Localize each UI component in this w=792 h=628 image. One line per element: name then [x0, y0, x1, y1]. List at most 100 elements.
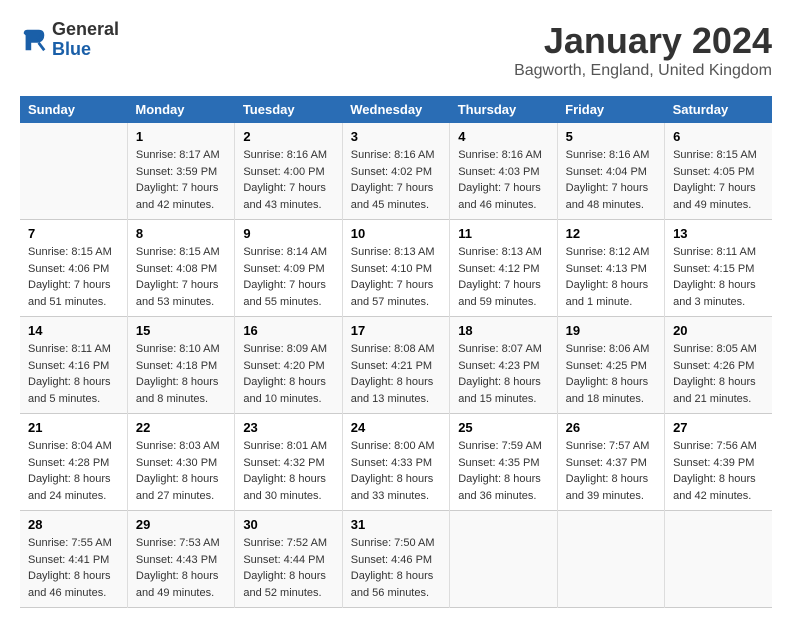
day-number: 10 [351, 226, 441, 241]
day-number: 19 [566, 323, 656, 338]
calendar-cell: 18Sunrise: 8:07 AMSunset: 4:23 PMDayligh… [450, 317, 557, 414]
day-info: Sunrise: 8:16 AMSunset: 4:03 PMDaylight:… [458, 147, 548, 213]
day-info: Sunrise: 8:16 AMSunset: 4:02 PMDaylight:… [351, 147, 441, 213]
day-info: Sunrise: 8:05 AMSunset: 4:26 PMDaylight:… [673, 341, 764, 407]
day-number: 17 [351, 323, 441, 338]
calendar-cell: 28 Sunrise: 7:55 AMSunset: 4:41 PMDayligh… [20, 511, 127, 608]
day-info: Sunrise: 8:15 AMSunset: 4:05 PMDaylight:… [673, 147, 764, 213]
day-number: 22 [136, 420, 226, 435]
calendar-cell: 5 Sunrise: 8:16 AMSunset: 4:04 PMDaylight… [557, 123, 664, 220]
calendar-cell: 8Sunrise: 8:15 AMSunset: 4:08 PMDaylight… [127, 220, 234, 317]
day-info: Sunrise: 8:09 AMSunset: 4:20 PMDaylight:… [243, 341, 333, 407]
day-number: 24 [351, 420, 441, 435]
day-number: 7 [28, 226, 119, 241]
day-info: Sunrise: 7:57 AMSunset: 4:37 PMDaylight:… [566, 438, 656, 504]
logo: General Blue [20, 20, 119, 60]
calendar-cell: 10Sunrise: 8:13 AMSunset: 4:10 PMDayligh… [342, 220, 449, 317]
day-info: Sunrise: 8:07 AMSunset: 4:23 PMDaylight:… [458, 341, 548, 407]
logo-general: General [52, 19, 119, 39]
calendar-cell: 1Sunrise: 8:17 AMSunset: 3:59 PMDaylight… [127, 123, 234, 220]
day-number: 20 [673, 323, 764, 338]
day-number: 4 [458, 129, 548, 144]
column-header-wednesday: Wednesday [342, 96, 449, 123]
calendar-cell: 23Sunrise: 8:01 AMSunset: 4:32 PMDayligh… [235, 414, 342, 511]
calendar-cell: 11Sunrise: 8:13 AMSunset: 4:12 PMDayligh… [450, 220, 557, 317]
day-number: 23 [243, 420, 333, 435]
calendar-cell: 21 Sunrise: 8:04 AMSunset: 4:28 PMDayligh… [20, 414, 127, 511]
day-info: Sunrise: 7:53 AMSunset: 4:43 PMDaylight:… [136, 535, 226, 601]
column-header-sunday: Sunday [20, 96, 127, 123]
week-row-5: 28 Sunrise: 7:55 AMSunset: 4:41 PMDayligh… [20, 511, 772, 608]
calendar-cell: 24 Sunrise: 8:00 AMSunset: 4:33 PMDayligh… [342, 414, 449, 511]
day-info: Sunrise: 7:55 AMSunset: 4:41 PMDaylight:… [28, 535, 119, 601]
day-number: 11 [458, 226, 548, 241]
day-info: Sunrise: 8:04 AMSunset: 4:28 PMDaylight:… [28, 438, 119, 504]
day-info: Sunrise: 8:10 AMSunset: 4:18 PMDaylight:… [136, 341, 226, 407]
day-number: 3 [351, 129, 441, 144]
day-number: 29 [136, 517, 226, 532]
week-row-1: 1Sunrise: 8:17 AMSunset: 3:59 PMDaylight… [20, 123, 772, 220]
week-row-2: 7 Sunrise: 8:15 AMSunset: 4:06 PMDaylight… [20, 220, 772, 317]
location: Bagworth, England, United Kingdom [514, 62, 772, 80]
calendar-cell: 3 Sunrise: 8:16 AMSunset: 4:02 PMDaylight… [342, 123, 449, 220]
day-info: Sunrise: 7:56 AMSunset: 4:39 PMDaylight:… [673, 438, 764, 504]
day-info: Sunrise: 8:06 AMSunset: 4:25 PMDaylight:… [566, 341, 656, 407]
calendar-cell: 20 Sunrise: 8:05 AMSunset: 4:26 PMDayligh… [665, 317, 772, 414]
calendar-cell: 4 Sunrise: 8:16 AMSunset: 4:03 PMDaylight… [450, 123, 557, 220]
day-number: 2 [243, 129, 333, 144]
month-title: January 2024 [514, 20, 772, 62]
day-number: 21 [28, 420, 119, 435]
day-number: 31 [351, 517, 441, 532]
day-info: Sunrise: 8:16 AMSunset: 4:00 PMDaylight:… [243, 147, 333, 213]
column-header-tuesday: Tuesday [235, 96, 342, 123]
day-number: 25 [458, 420, 548, 435]
calendar-cell: 22 Sunrise: 8:03 AMSunset: 4:30 PMDayligh… [127, 414, 234, 511]
calendar-cell: 25 Sunrise: 7:59 AMSunset: 4:35 PMDayligh… [450, 414, 557, 511]
day-info: Sunrise: 8:03 AMSunset: 4:30 PMDaylight:… [136, 438, 226, 504]
calendar-cell [450, 511, 557, 608]
day-number: 13 [673, 226, 764, 241]
day-info: Sunrise: 8:16 AMSunset: 4:04 PMDaylight:… [566, 147, 656, 213]
column-header-thursday: Thursday [450, 96, 557, 123]
day-number: 27 [673, 420, 764, 435]
calendar-cell: 27 Sunrise: 7:56 AMSunset: 4:39 PMDayligh… [665, 414, 772, 511]
day-number: 8 [136, 226, 226, 241]
calendar-cell: 9Sunrise: 8:14 AMSunset: 4:09 PMDaylight… [235, 220, 342, 317]
column-headers: SundayMondayTuesdayWednesdayThursdayFrid… [20, 96, 772, 123]
day-number: 14 [28, 323, 119, 338]
day-number: 1 [136, 129, 226, 144]
day-info: Sunrise: 8:15 AMSunset: 4:06 PMDaylight:… [28, 244, 119, 310]
day-number: 26 [566, 420, 656, 435]
day-number: 9 [243, 226, 333, 241]
calendar-cell: 12Sunrise: 8:12 AMSunset: 4:13 PMDayligh… [557, 220, 664, 317]
day-number: 5 [566, 129, 656, 144]
calendar-cell [665, 511, 772, 608]
calendar-cell: 16 Sunrise: 8:09 AMSunset: 4:20 PMDayligh… [235, 317, 342, 414]
day-info: Sunrise: 8:00 AMSunset: 4:33 PMDaylight:… [351, 438, 441, 504]
day-info: Sunrise: 7:50 AMSunset: 4:46 PMDaylight:… [351, 535, 441, 601]
day-info: Sunrise: 8:08 AMSunset: 4:21 PMDaylight:… [351, 341, 441, 407]
day-number: 28 [28, 517, 119, 532]
calendar-cell: 30Sunrise: 7:52 AMSunset: 4:44 PMDayligh… [235, 511, 342, 608]
week-row-4: 21 Sunrise: 8:04 AMSunset: 4:28 PMDayligh… [20, 414, 772, 511]
calendar-cell [20, 123, 127, 220]
day-number: 15 [136, 323, 226, 338]
calendar-table: SundayMondayTuesdayWednesdayThursdayFrid… [20, 96, 772, 608]
column-header-friday: Friday [557, 96, 664, 123]
column-header-monday: Monday [127, 96, 234, 123]
calendar-cell: 31 Sunrise: 7:50 AMSunset: 4:46 PMDayligh… [342, 511, 449, 608]
day-info: Sunrise: 8:12 AMSunset: 4:13 PMDaylight:… [566, 244, 656, 310]
day-number: 16 [243, 323, 333, 338]
day-info: Sunrise: 7:59 AMSunset: 4:35 PMDaylight:… [458, 438, 548, 504]
column-header-saturday: Saturday [665, 96, 772, 123]
calendar-cell: 14Sunrise: 8:11 AMSunset: 4:16 PMDayligh… [20, 317, 127, 414]
calendar-cell: 29 Sunrise: 7:53 AMSunset: 4:43 PMDayligh… [127, 511, 234, 608]
calendar-cell: 7 Sunrise: 8:15 AMSunset: 4:06 PMDaylight… [20, 220, 127, 317]
logo-icon [20, 26, 48, 54]
page-header: General Blue January 2024 Bagworth, Engl… [20, 20, 772, 80]
day-info: Sunrise: 8:11 AMSunset: 4:15 PMDaylight:… [673, 244, 764, 310]
calendar-cell [557, 511, 664, 608]
calendar-cell: 13 Sunrise: 8:11 AMSunset: 4:15 PMDayligh… [665, 220, 772, 317]
logo-blue: Blue [52, 39, 91, 59]
calendar-cell: 2 Sunrise: 8:16 AMSunset: 4:00 PMDaylight… [235, 123, 342, 220]
